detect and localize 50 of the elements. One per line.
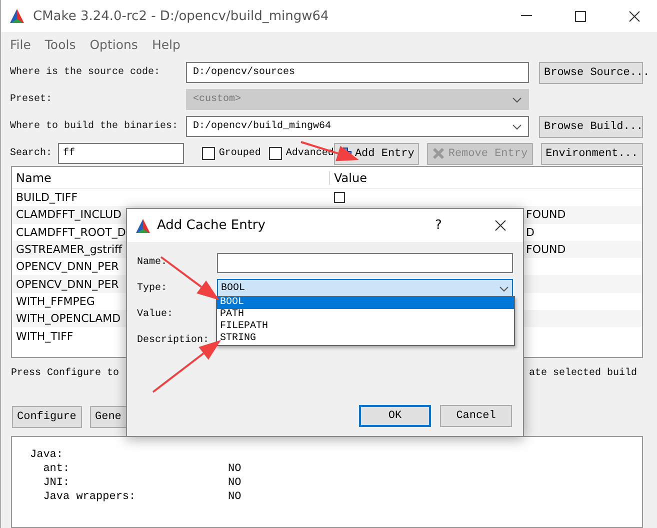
menu-item[interactable]: File — [10, 36, 31, 52]
ok-button[interactable]: OK — [359, 405, 431, 427]
output-line: Java: — [30, 449, 64, 461]
table-cell: CLAMDFFT_ROOT_D — [16, 226, 126, 239]
field-label: Where to build the binaries: — [10, 121, 180, 132]
column-header: Value — [333, 170, 368, 184]
search-label: Search: — [10, 148, 52, 159]
dropdown-option[interactable]: PATH — [217, 309, 514, 321]
menu-item[interactable]: Help — [152, 36, 180, 52]
action-button[interactable]: Configure — [12, 406, 82, 428]
dropdown-option[interactable]: STRING — [217, 333, 514, 345]
table-cell: BUILD_TIFF — [16, 191, 78, 204]
window-title: CMake 3.24.0-rc2 - D:/opencv/build_mingw64 — [33, 8, 330, 24]
field-label: Preset: — [10, 94, 54, 105]
table-cell: FOUND — [526, 208, 566, 222]
menu-item[interactable]: Options — [90, 36, 138, 52]
cancel-button[interactable]: Cancel — [440, 405, 512, 427]
dropdown-option[interactable]: FILEPATH — [217, 321, 514, 333]
field-label: Value: — [137, 309, 174, 320]
search-field[interactable]: ff — [58, 143, 184, 164]
help-button[interactable]: ? — [435, 218, 445, 233]
field-label: Type: — [137, 283, 168, 294]
type-dropdown[interactable]: BOOL — [217, 278, 513, 298]
field-label: Name: — [137, 257, 168, 268]
status-text: ate selected build — [528, 368, 637, 381]
environment-button[interactable]: Environment... — [540, 142, 643, 164]
output-line: ant: NO — [42, 463, 242, 475]
field-label: Description: — [137, 335, 210, 346]
field-label: Where is the source code: — [10, 67, 162, 78]
table-cell: WITH_FFMPEG — [16, 294, 95, 308]
menu-item[interactable]: Tools — [44, 36, 76, 52]
browse-button[interactable]: Browse Build... — [539, 116, 643, 138]
table-cell: WITH_OPENCLAMD — [16, 312, 121, 326]
table-cell: OPENCV_DNN_PER — [16, 260, 119, 274]
table-cell: GSTREAMER_gstriff — [16, 243, 122, 256]
column-header: Name — [12, 170, 330, 184]
table-cell: CLAMDFFT_INCLUD — [16, 208, 122, 222]
checkbox-label: Grouped — [218, 148, 261, 159]
table-cell: FOUND — [526, 243, 566, 256]
add-entry-button[interactable]: Add Entry — [334, 142, 420, 164]
path-dropdown[interactable]: D:/opencv/build_mingw64 — [186, 116, 529, 137]
table-cell: OPENCV_DNN_PER — [16, 278, 119, 291]
table-cell: D — [526, 226, 534, 239]
output-line: Java wrappers: NO — [42, 491, 242, 503]
dropdown-option[interactable]: BOOL — [217, 297, 514, 309]
table-cell: WITH_TIFF — [16, 330, 74, 343]
path-field[interactable]: D:/opencv/sources — [186, 62, 529, 83]
status-text: Press Configure to — [11, 368, 120, 381]
output-line: JNI: NO — [42, 477, 242, 489]
dialog-title: Add Cache Entry — [157, 218, 266, 233]
